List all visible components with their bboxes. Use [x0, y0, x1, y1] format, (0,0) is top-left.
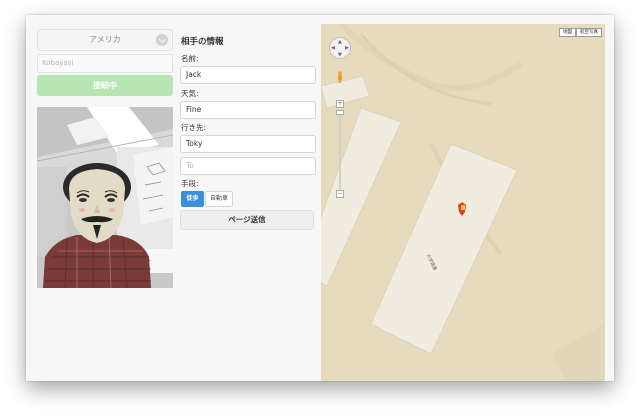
- map-view[interactable]: 地図 航空写真 ▲ ▼ ◀ ▶ + − 大学図書: [321, 24, 605, 381]
- pan-right-icon[interactable]: ▶: [345, 45, 349, 51]
- zoom-out-button[interactable]: −: [336, 190, 344, 198]
- location-marker-icon[interactable]: [458, 202, 466, 216]
- weather-field[interactable]: Fine: [180, 101, 316, 119]
- destination-label: 行き先:: [181, 123, 207, 132]
- zoom-slider-handle[interactable]: [336, 110, 344, 115]
- zoom-slider-track[interactable]: [339, 110, 341, 190]
- chevron-down-icon: [156, 34, 168, 46]
- zoom-in-button[interactable]: +: [336, 100, 344, 108]
- app-window: アメリカ Kobayasi 接続中 ECT: [26, 15, 614, 381]
- partner-name-field[interactable]: Jack: [180, 66, 316, 84]
- pan-control[interactable]: ▲ ▼ ◀ ▶: [329, 37, 351, 59]
- video-feed-image: ECT: [37, 107, 173, 288]
- to-field[interactable]: To: [180, 157, 316, 175]
- map-type-satellite-button[interactable]: 航空写真: [576, 28, 602, 37]
- map-type-map-button[interactable]: 地図: [559, 28, 576, 37]
- pan-down-icon[interactable]: ▼: [338, 52, 342, 58]
- partner-info-title: 相手の情報: [181, 37, 224, 47]
- pan-up-icon[interactable]: ▲: [338, 39, 342, 45]
- pan-left-icon[interactable]: ◀: [331, 45, 335, 51]
- name-input-placeholder: Kobayasi: [42, 59, 74, 67]
- country-select-value: アメリカ: [89, 35, 121, 44]
- transport-walk-button[interactable]: 徒歩: [181, 191, 204, 207]
- destination-field[interactable]: Toky: [180, 135, 316, 153]
- send-page-button[interactable]: ページ送信: [180, 210, 314, 230]
- country-select[interactable]: アメリカ: [37, 29, 173, 51]
- connect-button[interactable]: 接続中: [37, 75, 173, 96]
- map-type-control: 地図 航空写真: [559, 28, 602, 37]
- weather-label: 天気:: [181, 89, 199, 98]
- transport-car-button[interactable]: 自動車: [205, 191, 233, 207]
- transport-label: 手段:: [181, 179, 199, 188]
- pegman-icon[interactable]: [337, 71, 343, 83]
- name-label: 名前:: [181, 54, 199, 63]
- name-input[interactable]: Kobayasi: [37, 54, 173, 73]
- camera-feed: ECT: [37, 107, 173, 288]
